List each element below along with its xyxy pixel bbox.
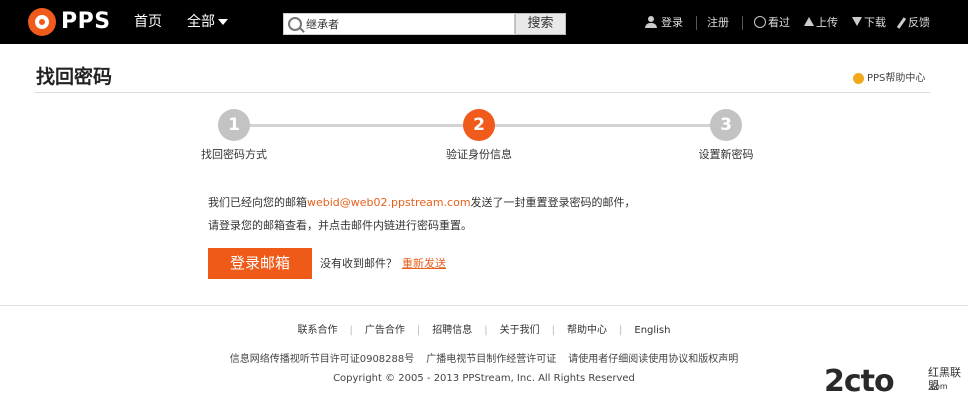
separator: | bbox=[349, 325, 353, 336]
step-1-circle: 1 bbox=[218, 109, 250, 141]
search-button[interactable]: 搜索 bbox=[515, 13, 566, 35]
nav-all[interactable]: 全部 bbox=[187, 12, 228, 32]
footer-link-english[interactable]: English bbox=[634, 325, 670, 336]
pps-logo[interactable]: PPS bbox=[28, 6, 112, 38]
page-title: 找回密码 bbox=[36, 66, 113, 88]
message-suffix: 发送了一封重置登录密码的邮件， bbox=[470, 196, 636, 209]
nav-all-label: 全部 bbox=[187, 14, 215, 30]
footer-license: 信息网络传播视听节目许可证0908288号 广播电视节目制作经营许可证 请使用者仔细… bbox=[0, 353, 968, 367]
resend-link[interactable]: 重新发送 bbox=[402, 256, 446, 272]
step-connector bbox=[495, 124, 710, 127]
license-2[interactable]: 广播电视节目制作经营许可证 bbox=[426, 354, 556, 365]
message-line-1: 我们已经向您的邮箱webid@web02.ppstream.com发送了一封重置… bbox=[208, 195, 636, 211]
watermark: 2cto 红黑联盟 .com bbox=[824, 364, 964, 400]
user-icon bbox=[645, 16, 657, 28]
pencil-icon bbox=[896, 17, 907, 29]
login-email-button[interactable]: 登录邮箱 bbox=[208, 248, 312, 279]
search-input[interactable] bbox=[306, 14, 511, 34]
footer-link-ads[interactable]: 广告合作 bbox=[365, 325, 405, 336]
logo-text: PPS bbox=[61, 9, 111, 34]
watermark-main: 2cto bbox=[824, 364, 895, 399]
nav-home[interactable]: 首页 bbox=[134, 12, 162, 32]
step-2-circle: 2 bbox=[463, 109, 495, 141]
login-link[interactable]: 登录 bbox=[661, 14, 683, 32]
footer-link-contact[interactable]: 联系合作 bbox=[298, 325, 338, 336]
step-connector bbox=[250, 124, 463, 127]
upload-link[interactable]: 上传 bbox=[816, 14, 838, 32]
email-address[interactable]: webid@web02.ppstream.com bbox=[307, 196, 471, 209]
separator: | bbox=[416, 325, 421, 336]
message-line-2: 请登录您的邮箱查看，并点击邮件内链进行密码重置。 bbox=[208, 219, 472, 232]
separator: | bbox=[484, 325, 488, 336]
pps-logo-icon bbox=[28, 8, 56, 36]
register-link[interactable]: 注册 bbox=[707, 14, 729, 32]
history-link[interactable]: 看过 bbox=[768, 14, 790, 32]
step-2-label: 验证身份信息 bbox=[446, 148, 512, 161]
top-bar: PPS 首页 全部 搜索 登录 注册 看过 上传 下载 反馈 bbox=[0, 0, 968, 44]
feedback-link[interactable]: 反馈 bbox=[908, 14, 930, 32]
footer-links: 联系合作 | 广告合作 | 招聘信息 | 关于我们 | 帮助中心 | English bbox=[0, 323, 968, 339]
footer-copyright: Copyright © 2005 - 2013 PPStream, Inc. A… bbox=[333, 373, 635, 384]
search-box bbox=[283, 13, 515, 35]
divider bbox=[696, 16, 697, 30]
divider bbox=[742, 16, 743, 30]
download-link[interactable]: 下载 bbox=[864, 14, 886, 32]
download-icon bbox=[852, 17, 862, 26]
license-3[interactable]: 请使用者仔细阅读使用协议和版权声明 bbox=[568, 354, 738, 365]
clock-icon bbox=[754, 16, 766, 28]
footer-link-about[interactable]: 关于我们 bbox=[500, 325, 540, 336]
footer-divider bbox=[0, 305, 968, 306]
chevron-down-icon bbox=[218, 19, 228, 25]
step-3-label: 设置新密码 bbox=[698, 148, 754, 161]
license-1[interactable]: 信息网络传播视听节目许可证0908288号 bbox=[230, 354, 415, 365]
upload-icon bbox=[804, 17, 814, 26]
separator: | bbox=[619, 325, 623, 336]
help-icon bbox=[853, 73, 864, 84]
step-3-circle: 3 bbox=[710, 109, 742, 141]
separator: | bbox=[551, 325, 555, 336]
no-mail-text: 没有收到邮件？ bbox=[320, 257, 397, 270]
footer-link-jobs[interactable]: 招聘信息 bbox=[432, 325, 472, 336]
help-center-link[interactable]: PPS帮助中心 bbox=[867, 71, 925, 87]
footer-link-help[interactable]: 帮助中心 bbox=[567, 325, 607, 336]
message-prefix: 我们已经向您的邮箱 bbox=[208, 196, 307, 209]
search-icon bbox=[288, 17, 302, 31]
watermark-sub2: .com bbox=[928, 382, 948, 391]
step-1-label: 找回密码方式 bbox=[201, 148, 267, 161]
title-divider bbox=[34, 92, 930, 93]
